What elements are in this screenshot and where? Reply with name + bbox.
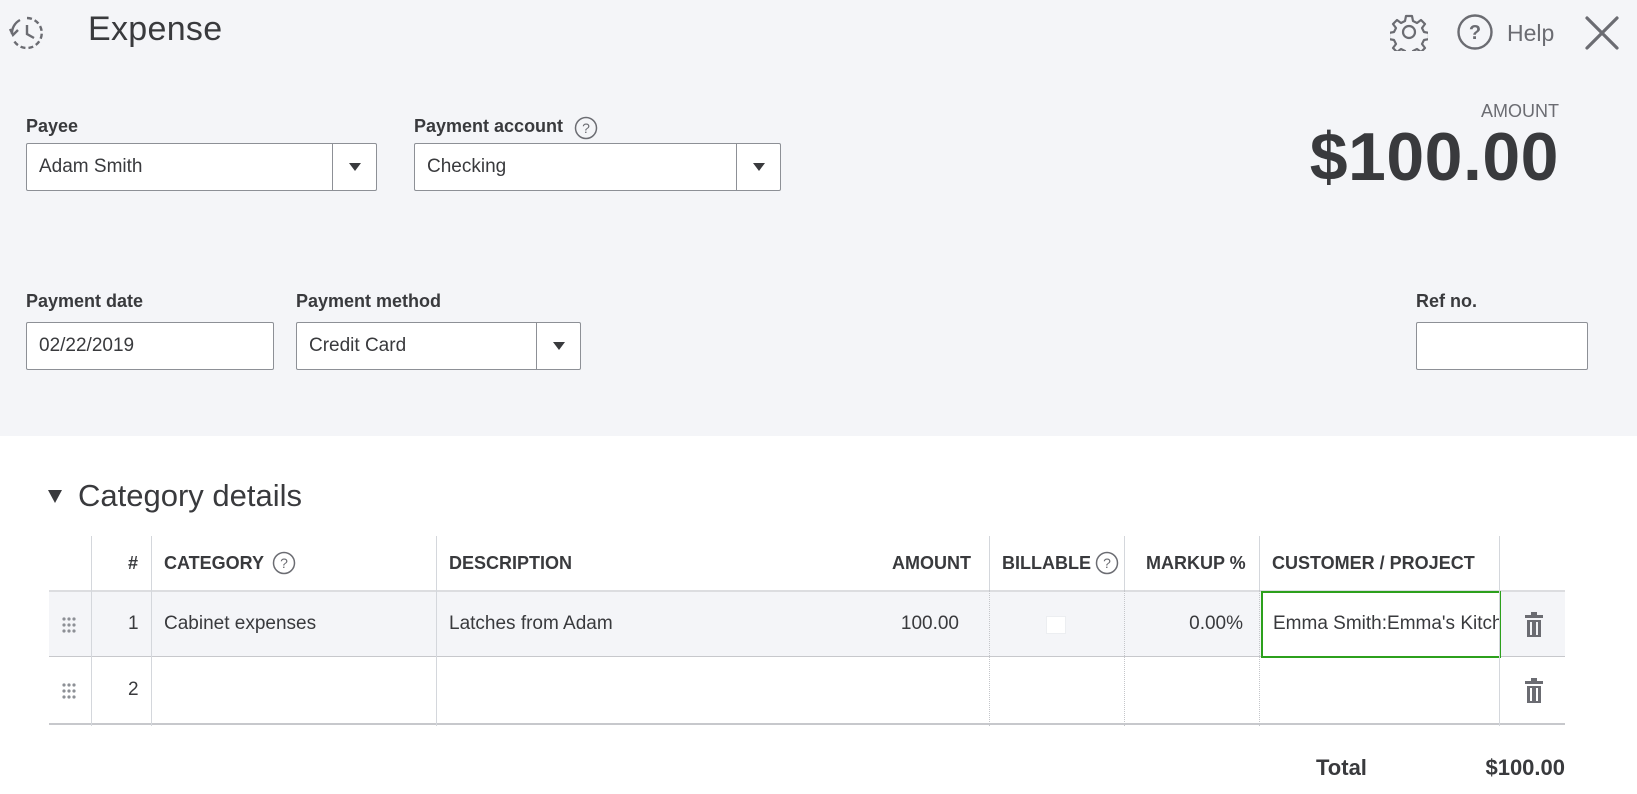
drag-handle-icon[interactable] (61, 616, 77, 634)
question-icon[interactable]: ? (1095, 551, 1119, 575)
payment-date-input[interactable]: 02/22/2019 (26, 322, 274, 370)
column-divider (1259, 536, 1260, 590)
payment-method-label: Payment method (296, 291, 442, 311)
amount-total: $100.00 (1309, 119, 1559, 195)
payment-method-select[interactable]: Credit Card (296, 322, 581, 370)
row-amount[interactable]: 100.00 (901, 613, 959, 635)
payee-label: Payee (26, 116, 79, 136)
column-divider (989, 590, 990, 726)
payment-date-label: Payment date (26, 291, 144, 311)
col-customer: CUSTOMER / PROJECT (1272, 553, 1475, 573)
table-row[interactable]: 2 (49, 658, 1565, 725)
row-markup[interactable]: 0.00% (1189, 613, 1243, 635)
category-table: # CATEGORY DESCRIPTION AMOUNT BILLABLE M… (49, 536, 1565, 726)
ref-no-label: Ref no. (1416, 291, 1477, 311)
row-num: 2 (128, 679, 139, 700)
customer-project-input[interactable]: Emma Smith:Emma's Kitchen (1261, 591, 1501, 658)
chevron-down-icon[interactable] (332, 144, 376, 190)
help-icon[interactable]: ? (1456, 13, 1494, 51)
drag-handle-icon[interactable] (61, 682, 77, 700)
col-num: # (128, 553, 139, 573)
close-icon[interactable] (1583, 14, 1621, 52)
payee-value: Adam Smith (39, 156, 143, 177)
category-details-title[interactable]: Category details (78, 478, 302, 514)
page-title: Expense (88, 10, 223, 48)
billable-checkbox[interactable] (1046, 616, 1066, 634)
question-icon[interactable]: ? (272, 551, 296, 575)
row-num: 1 (128, 613, 139, 634)
trash-icon[interactable] (1523, 612, 1545, 638)
payment-date-value: 02/22/2019 (39, 335, 135, 356)
payment-account-value: Checking (427, 156, 507, 177)
svg-text:?: ? (1103, 555, 1111, 571)
payment-method-value: Credit Card (309, 335, 407, 356)
question-icon[interactable]: ? (574, 116, 598, 140)
payee-select[interactable]: Adam Smith (26, 143, 377, 191)
payment-account-select[interactable]: Checking (414, 143, 781, 191)
col-markup: MARKUP % (1146, 553, 1246, 573)
chevron-down-icon[interactable] (736, 144, 780, 190)
ref-no-input[interactable] (1416, 322, 1588, 370)
payment-account-label: Payment account (414, 116, 564, 136)
collapse-toggle-icon[interactable] (48, 490, 62, 503)
col-billable: BILLABLE (1002, 553, 1091, 573)
column-divider (1124, 590, 1125, 726)
column-divider (1124, 536, 1125, 590)
row-description[interactable]: Latches from Adam (449, 613, 613, 635)
recent-transactions-icon[interactable] (8, 14, 46, 52)
chevron-down-icon[interactable] (536, 323, 580, 369)
column-divider (989, 536, 990, 590)
column-divider (1259, 590, 1260, 726)
header-panel (0, 0, 1637, 436)
svg-text:?: ? (280, 555, 288, 571)
column-divider (151, 536, 152, 726)
help-link[interactable]: Help (1507, 20, 1554, 47)
col-amount: AMOUNT (892, 553, 971, 573)
row-category[interactable]: Cabinet expenses (164, 613, 316, 635)
column-divider (1499, 536, 1500, 726)
table-row[interactable]: 1 Cabinet expenses Latches from Adam 100… (49, 590, 1565, 658)
total-value: $100.00 (1485, 755, 1565, 780)
trash-icon[interactable] (1523, 678, 1545, 704)
column-divider (91, 536, 92, 726)
svg-text:?: ? (582, 120, 590, 136)
total-label: Total (1316, 755, 1367, 780)
gear-icon[interactable] (1390, 13, 1428, 51)
customer-project-value: Emma Smith:Emma's Kitchen (1273, 613, 1501, 634)
col-description: DESCRIPTION (449, 553, 573, 573)
col-category: CATEGORY (164, 553, 265, 573)
svg-text:?: ? (1469, 22, 1481, 44)
column-divider (436, 536, 437, 726)
